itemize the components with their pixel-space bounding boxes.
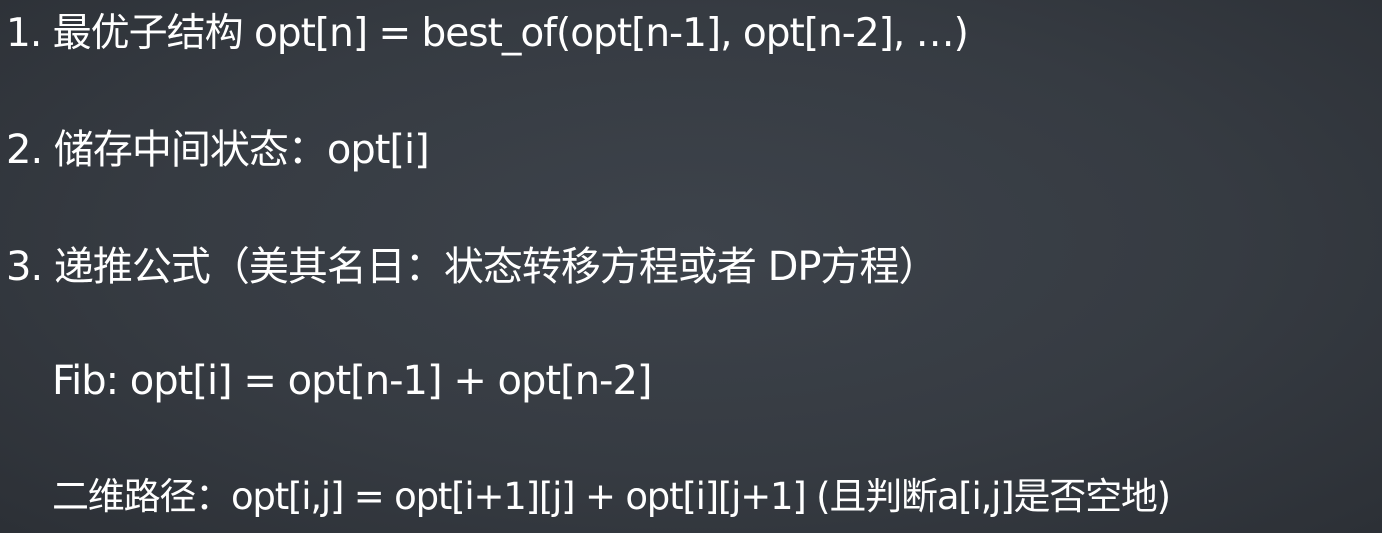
point-optimal-substructure: 1. 最优子结构 opt[n] = best_of(opt[n-1], opt[… — [6, 11, 969, 56]
fib-example: Fib: opt[i] = opt[n-1] + opt[n-2] — [52, 358, 653, 404]
grid-path-example: 二维路径：opt[i,j] = opt[i+1][j] + opt[i][j+1… — [52, 475, 1171, 518]
point-store-intermediate-state: 2. 储存中间状态：opt[i] — [6, 127, 430, 173]
slide: 1. 最优子结构 opt[n] = best_of(opt[n-1], opt[… — [0, 0, 1382, 533]
point-recurrence-formula: 3. 递推公式（美其名日：状态转移方程或者 DP方程） — [6, 244, 939, 290]
